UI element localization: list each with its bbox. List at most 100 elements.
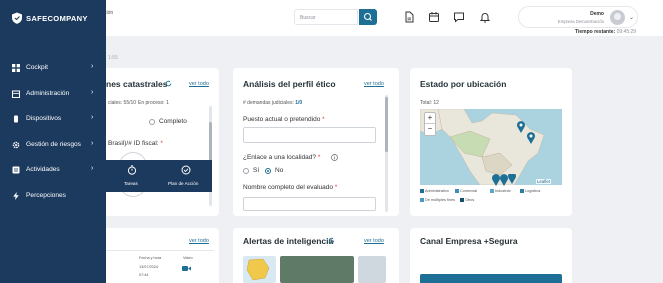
map-marker-cluster-icon[interactable] (490, 174, 520, 186)
sidebar-item-dispositivos[interactable]: Dispositivos › (0, 111, 106, 129)
estado-total: Total: 12 (420, 100, 439, 106)
sidebar-item-label: Cockpit (26, 64, 48, 71)
nombre-text: Nombre completo del evaluado (243, 184, 333, 191)
search-button[interactable] (359, 9, 377, 25)
building-icon (12, 90, 20, 98)
nombre-label: Nombre completo del evaluado * (243, 184, 337, 191)
zoom-out-button[interactable]: − (425, 124, 435, 135)
submenu-item-plan-de-accion[interactable]: Plan de Acción (166, 163, 210, 189)
sidebar-item-label: Gestión de riesgos (26, 141, 81, 148)
timer-label: Tiempo restante: (575, 29, 616, 35)
chat-icon[interactable] (453, 11, 465, 23)
sidebar-item-label: Percepciones (26, 192, 66, 199)
canal-action-button[interactable] (420, 274, 562, 283)
user-name: Demo (590, 11, 604, 17)
row-date: 13/07/2024 (139, 265, 159, 269)
legend-label: Administrativo (425, 189, 449, 193)
sidebar-item-percepciones[interactable]: Percepciones (0, 188, 106, 206)
chevron-right-icon: › (91, 165, 94, 172)
canal-title: Canal Empresa +Segura (420, 236, 518, 246)
risk-gear-icon (12, 141, 20, 149)
activities-icon (12, 166, 20, 174)
bell-icon[interactable] (479, 11, 491, 23)
catastrales-title: nes catastrales (106, 79, 168, 89)
timer-value: 09:45:29 (616, 29, 637, 35)
chevron-down-icon: ⌄ (628, 15, 634, 21)
legend-label: Logística (525, 189, 541, 193)
enlace-text: ¿Enlace a una localidad? (243, 154, 316, 161)
table-divider (106, 250, 214, 251)
puesto-input[interactable] (243, 127, 376, 143)
submenu-item-label: Tareas (124, 181, 138, 186)
perfil-scroll-thumb[interactable] (385, 97, 388, 152)
demandas-label: # demandas judiciales: (243, 100, 294, 106)
fiscal-id-label: Brasil)/# ID fiscal: * (108, 140, 163, 147)
required-mark: * (317, 154, 321, 161)
map-marker-icon[interactable] (516, 121, 526, 133)
alertas-ver-todo-link[interactable]: ver todo (364, 238, 384, 244)
sidebar: SAFECOMPANY Cockpit › Administración › D… (0, 0, 106, 283)
refresh-icon[interactable] (165, 80, 172, 87)
completo-label: Completo (159, 118, 187, 125)
catastrales-status-2: En proceso: 1 (138, 100, 169, 106)
document-icon[interactable] (403, 11, 415, 23)
sidebar-item-gestion-de-riesgos[interactable]: Gestión de riesgos › (0, 137, 106, 155)
puesto-text: Puesto actual o pretendido (243, 116, 321, 123)
alert-thumbnail-satellite[interactable] (280, 256, 354, 283)
chevron-right-icon: › (91, 114, 94, 121)
tabla-ver-todo-link[interactable]: ver todo (189, 238, 209, 244)
perfil-title: Análisis del perfil ético (243, 79, 336, 89)
required-mark: * (322, 116, 325, 123)
catastrales-ver-todo-link[interactable]: ver todo (189, 81, 209, 87)
sidebar-item-administracion[interactable]: Administración › (0, 86, 106, 104)
leaflet-attribution[interactable]: Leaflet (536, 179, 551, 184)
legend-item-0: Administrativo (420, 189, 449, 193)
avatar (610, 10, 625, 25)
fiscal-id-text: Brasil)/# ID fiscal: (108, 140, 159, 147)
session-timer: Tiempo restante: 09:45:29 (575, 29, 636, 35)
alertas-title: Alertas de inteligencia (243, 236, 334, 246)
sidebar-item-label: Administración (26, 90, 70, 97)
sidebar-item-actividades[interactable]: Actividades › (0, 162, 106, 180)
required-mark: * (334, 184, 338, 191)
submenu-item-label: Plan de Acción (168, 181, 199, 186)
alert-map-shape (246, 258, 270, 281)
alert-thumbnail-photo[interactable] (358, 256, 386, 283)
user-menu[interactable]: Demo Empresa Demonstración ⌄ (518, 6, 638, 28)
chevron-right-icon: › (91, 140, 94, 147)
completo-radio[interactable] (149, 119, 155, 125)
stopwatch-icon (127, 165, 137, 175)
map-zoom-control: + − (424, 112, 436, 136)
grid-icon (12, 64, 20, 72)
submenu-item-tareas[interactable]: Tareas (119, 163, 145, 189)
enlace-no-radio[interactable] (265, 168, 271, 174)
sidebar-item-cockpit[interactable]: Cockpit › (0, 60, 106, 78)
chevron-right-icon: › (91, 63, 94, 70)
row-time: 07:44 (139, 273, 149, 277)
alert-thumbnail-map-1[interactable] (243, 256, 276, 283)
demandas-value: 1/0 (295, 100, 303, 106)
enlace-si-radio[interactable] (243, 168, 249, 174)
legend-label: Industrial (495, 189, 511, 193)
info-icon[interactable] (331, 154, 338, 161)
user-company: Empresa Demonstración (557, 19, 604, 24)
search-input[interactable]: Buscar (294, 9, 358, 25)
legend-label: Comercial (460, 189, 478, 193)
nombre-input[interactable] (243, 197, 376, 211)
calendar-icon[interactable] (428, 11, 440, 23)
map-marker-icon[interactable] (526, 132, 536, 144)
legend-item-1: Comercial (455, 189, 477, 193)
refresh-icon[interactable] (328, 237, 335, 244)
zoom-in-button[interactable]: + (425, 113, 435, 124)
brand-logo-icon (12, 12, 22, 24)
legend-item-3: Logística (520, 189, 540, 193)
legend-label: Otros (465, 198, 475, 202)
sidebar-item-label: Dispositivos (26, 115, 62, 122)
perfil-ver-todo-link[interactable]: ver todo (364, 81, 384, 87)
legend-item-4: De múltiples fines (420, 198, 455, 202)
estado-title: Estado por ubicación (420, 79, 507, 89)
legend-label: De múltiples fines (425, 198, 455, 202)
actividades-submenu: Tareas Plan de Acción (106, 160, 212, 192)
puesto-label: Puesto actual o pretendido * (243, 116, 325, 123)
video-icon[interactable] (182, 265, 191, 272)
